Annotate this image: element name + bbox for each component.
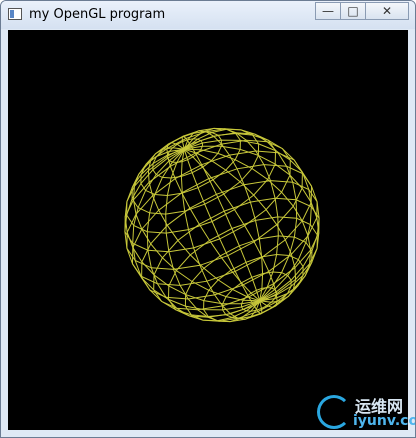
latitude-line — [124, 139, 291, 253]
opengl-window: my OpenGL program — □ ✕ 运维网 iyunv.com — [0, 0, 416, 438]
window-title: my OpenGL program — [29, 7, 166, 22]
latitude-line — [153, 197, 320, 311]
longitude-line — [184, 132, 312, 302]
swirl-logo-icon — [317, 395, 351, 429]
close-button[interactable]: ✕ — [365, 2, 409, 20]
app-window-icon — [8, 8, 22, 20]
minimize-button[interactable]: — — [315, 2, 341, 20]
window-controls: — □ ✕ — [315, 2, 409, 22]
latitude-line — [152, 131, 222, 179]
watermark-domain: iyunv.com — [353, 413, 415, 429]
latitude-line — [222, 271, 292, 319]
watermark-logo: 运维网 iyunv.com — [313, 391, 415, 437]
title-bar[interactable]: my OpenGL program — □ ✕ — [1, 1, 415, 29]
longitude-line — [132, 148, 260, 318]
longitude-line — [183, 148, 278, 308]
longitude-line — [166, 142, 261, 302]
opengl-canvas[interactable] — [8, 30, 408, 430]
latitude-line — [131, 164, 313, 286]
wireframe-sphere — [124, 127, 320, 323]
maximize-button[interactable]: □ — [340, 2, 366, 20]
